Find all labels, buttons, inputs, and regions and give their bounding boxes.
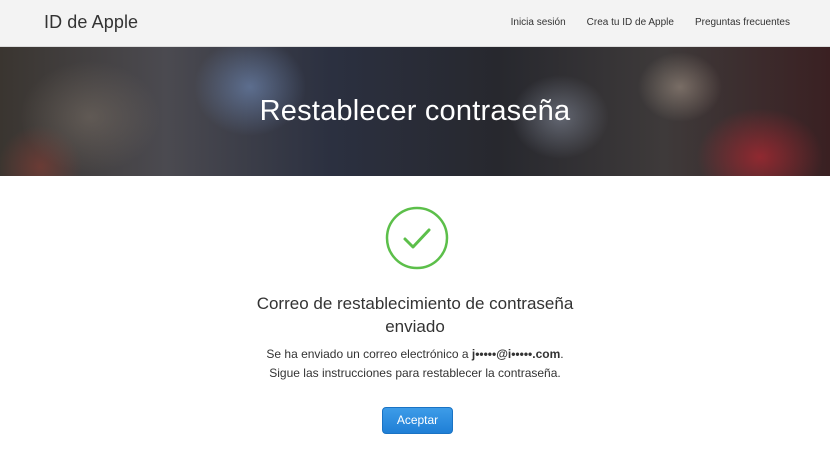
nav-link-sign-in[interactable]: Inicia sesión [511,17,566,28]
nav-link-faq[interactable]: Preguntas frecuentes [695,17,790,28]
headline-line-2: enviado [385,317,445,336]
accept-button[interactable]: Aceptar [382,407,453,434]
nav-link-create-apple-id[interactable]: Crea tu ID de Apple [587,17,674,28]
nav-links: Inicia sesión Crea tu ID de Apple Pregun… [511,17,790,28]
page-title: Restablecer contraseña [259,95,571,127]
top-navigation-bar: ID de Apple Inicia sesión Crea tu ID de … [0,0,830,47]
checkmark-circle-icon [385,206,449,270]
confirmation-headline: Correo de restablecimiento de contraseña… [215,292,615,338]
message-line-1: Se ha enviado un correo electrónico a j•… [180,345,650,364]
brand-title[interactable]: ID de Apple [44,12,138,33]
message-line-2: Sigue las instrucciones para restablecer… [269,366,561,380]
message-suffix: . [560,347,564,361]
masked-email: j•••••@i•••••.com [471,347,561,361]
confirmation-message: Se ha enviado un correo electrónico a j•… [180,345,650,383]
message-prefix: Se ha enviado un correo electrónico a [266,347,472,361]
headline-line-1: Correo de restablecimiento de contraseña [256,294,574,313]
hero-banner: Restablecer contraseña [0,47,830,176]
